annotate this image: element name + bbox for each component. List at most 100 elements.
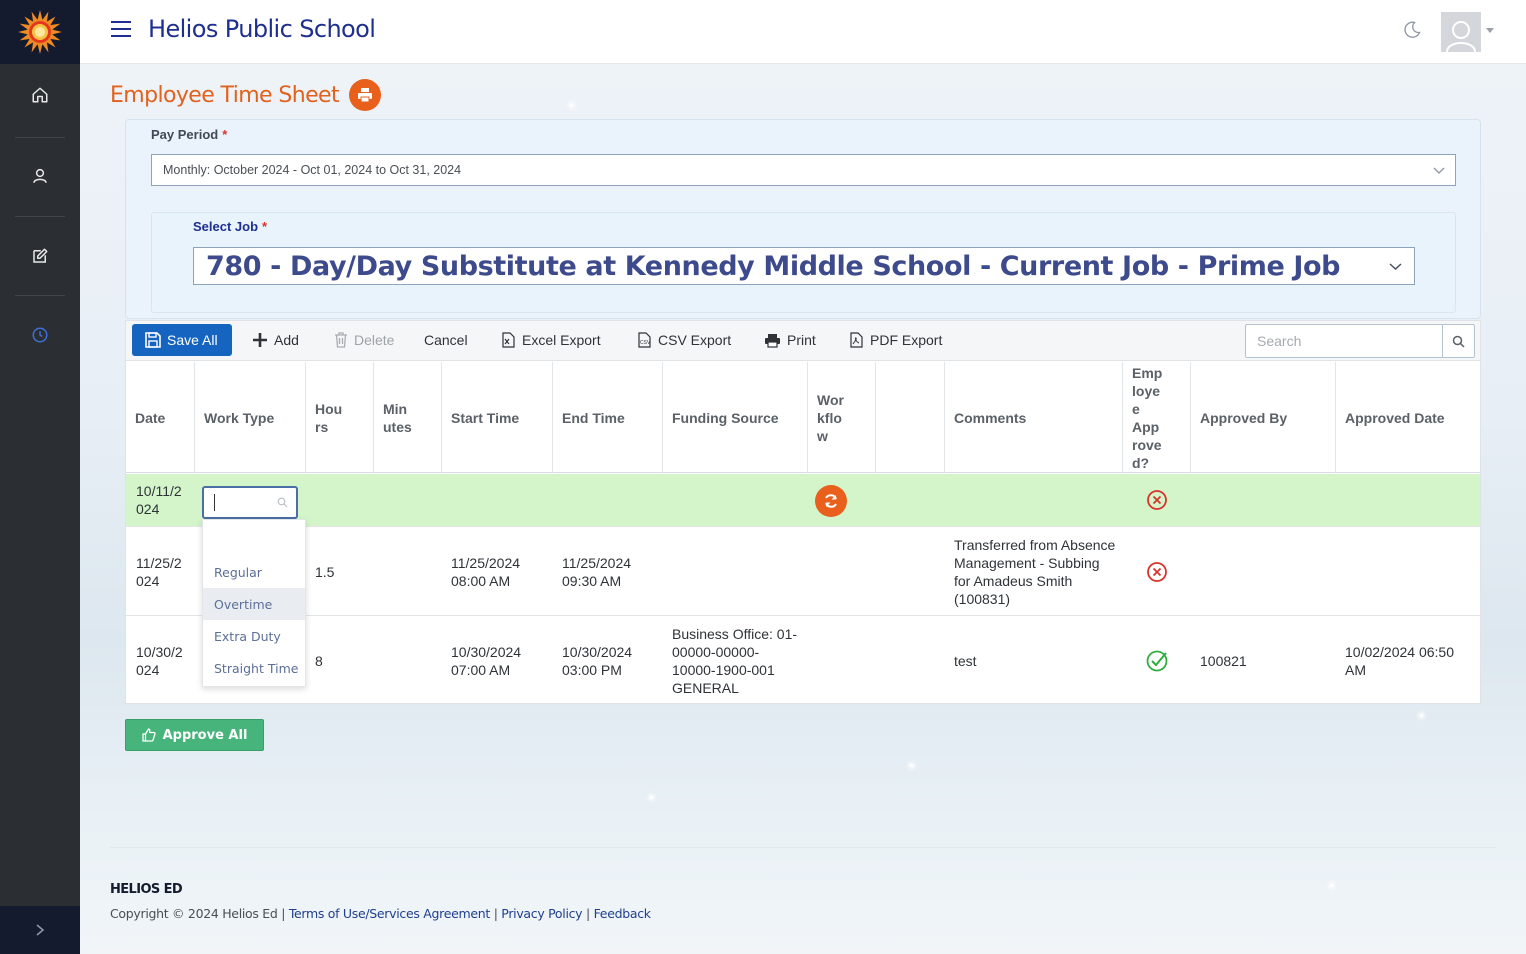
avatar-icon [1446, 21, 1476, 52]
sidebar-expand-button[interactable] [0, 906, 80, 954]
moon-icon [1404, 21, 1421, 38]
add-button[interactable]: Add [252, 324, 299, 356]
print-button[interactable]: Print [764, 324, 816, 356]
pdf-file-icon [850, 332, 863, 348]
feedback-link[interactable]: Feedback [594, 906, 651, 921]
work-type-option-overtime[interactable]: Overtime [203, 588, 305, 620]
col-header-employee-approved-line: e [1132, 400, 1140, 417]
table-row-editing[interactable]: 10/11/2 024 [126, 474, 1480, 527]
col-header-work-type[interactable]: Work Type [194, 362, 305, 473]
footer-links: Copyright © 2024 Helios Ed | Terms of Us… [110, 906, 651, 921]
footer-copyright: Copyright © 2024 Helios Ed [110, 906, 278, 921]
sidebar-item-edit[interactable] [0, 226, 80, 286]
search-button[interactable] [1442, 325, 1474, 357]
cell-end-time: 11/25/2024 09:30 AM [552, 528, 662, 615]
job-select[interactable]: 780 - Day/Day Substitute at Kennedy Midd… [193, 247, 1415, 285]
sidebar-item-profile[interactable] [0, 146, 80, 206]
excel-export-label: Excel Export [522, 332, 601, 348]
sidebar-divider [15, 137, 65, 138]
sidebar-divider [15, 295, 65, 296]
hamburger-menu-button[interactable] [110, 19, 132, 39]
col-header-workflow[interactable]: Wor kflo w [807, 362, 875, 473]
workflow-refresh-button[interactable] [815, 485, 847, 517]
csv-export-label: CSV Export [658, 332, 732, 348]
privacy-link[interactable]: Privacy Policy [501, 906, 582, 921]
approve-all-button[interactable]: Approve All [125, 719, 264, 751]
work-type-option-extra-duty[interactable]: Extra Duty [203, 620, 305, 652]
cell-end-time-line: 11/25/2024 [562, 554, 632, 571]
page-title: Employee Time Sheet [110, 82, 340, 108]
helios-logo[interactable] [0, 0, 80, 64]
footer-separator: | [493, 906, 498, 921]
table-row[interactable]: 11/25/2 024 1.5 11/25/2024 08:00 AM 11/25/… [126, 528, 1480, 616]
table-row[interactable]: 10/30/2 024 8 10/30/2024 07:00 AM 10/30/20… [126, 617, 1480, 705]
grid-toolbar: Save All Add Delete Cancel Excel Export … [126, 321, 1480, 361]
cell-approved-date-line: AM [1345, 662, 1366, 678]
pay-period-select[interactable]: Monthly: October 2024 - Oct 01, 2024 to … [151, 154, 1456, 186]
save-all-button[interactable]: Save All [132, 324, 232, 356]
delete-button[interactable]: Delete [334, 324, 394, 356]
cell-comments-line: Management - Subbing [954, 554, 1100, 571]
search-input[interactable] [1246, 325, 1442, 357]
edit-icon [33, 248, 48, 263]
pay-period-label-text: Pay Period [151, 127, 219, 142]
page-header: Employee Time Sheet [110, 79, 381, 111]
cell-end-time-line: 09:30 AM [562, 572, 622, 589]
col-header-comments-label: Comments [954, 409, 1027, 426]
col-header-workflow-line: Wor [817, 391, 844, 408]
col-header-employee-approved[interactable]: Emp loye e App rove d? [1122, 362, 1190, 473]
print-page-button[interactable] [349, 79, 381, 111]
excel-export-button[interactable]: Excel Export [500, 324, 601, 356]
text-cursor [214, 494, 215, 511]
pdf-export-button[interactable]: PDF Export [848, 324, 942, 356]
cell-date: 10/11/2 024 [126, 474, 194, 526]
work-type-option-regular[interactable]: Regular [203, 556, 305, 588]
col-header-comments[interactable]: Comments [944, 362, 1122, 473]
not-approved-x-icon [1146, 561, 1167, 582]
csv-export-button[interactable]: CSV CSV Export [636, 324, 731, 356]
user-avatar[interactable] [1441, 12, 1481, 52]
col-header-date[interactable]: Date [126, 362, 194, 473]
col-header-hours[interactable]: Hou rs [305, 362, 373, 473]
cell-date-line: 11/25/2 [136, 554, 182, 571]
cell-end-time-line: 10/30/2024 [562, 644, 633, 660]
not-approved-x-icon [1146, 490, 1167, 510]
cell-start-time: 11/25/2024 08:00 AM [441, 528, 552, 615]
required-marker: * [262, 219, 268, 234]
sidebar-item-home[interactable] [0, 65, 80, 125]
trash-icon [335, 332, 347, 348]
work-type-option-blank[interactable] [203, 524, 305, 556]
col-header-hours-line: rs [315, 418, 329, 435]
background-sparkle [1420, 714, 1423, 717]
col-header-approved-by[interactable]: Approved By [1190, 362, 1335, 473]
work-type-input[interactable] [202, 486, 298, 519]
cell-date-line: 024 [136, 501, 160, 517]
background-sparkle [1330, 884, 1333, 887]
theme-toggle-button[interactable] [1402, 20, 1422, 43]
cell-funding-source-line: 10000-1900-001 [672, 662, 775, 678]
select-job-label: Select Job * [193, 219, 267, 234]
cell-employee-approved [1122, 617, 1190, 705]
col-header-minutes[interactable]: Min utes [373, 362, 441, 473]
col-header-employee-approved-line: d? [1132, 454, 1150, 471]
footer-separator: | [281, 906, 286, 921]
cell-start-time-line: 10/30/2024 [451, 644, 522, 660]
cancel-button[interactable]: Cancel [424, 324, 468, 356]
save-all-label: Save All [167, 332, 218, 348]
sidebar-item-timesheet[interactable] [0, 305, 80, 365]
col-header-funding-source[interactable]: Funding Source [662, 362, 807, 473]
cell-approved-by: 100821 [1200, 653, 1247, 669]
terms-link[interactable]: Terms of Use/Services Agreement [289, 906, 490, 921]
user-icon [33, 168, 47, 183]
col-header-approved-date[interactable]: Approved Date [1335, 362, 1480, 473]
col-header-start-time[interactable]: Start Time [441, 362, 552, 473]
avatar-dropdown-caret-icon[interactable] [1486, 28, 1494, 33]
chevron-down-icon [1389, 263, 1402, 271]
svg-text:CSV: CSV [640, 340, 651, 346]
work-type-option-straight-time[interactable]: Straight Time [203, 652, 305, 684]
col-header-end-time[interactable]: End Time [552, 362, 662, 473]
chevron-right-icon [36, 924, 45, 936]
cell-employee-approved [1122, 528, 1190, 615]
cell-comments: Transferred from Absence Management - Su… [944, 528, 1122, 615]
cell-start-time: 10/30/2024 07:00 AM [441, 617, 552, 705]
